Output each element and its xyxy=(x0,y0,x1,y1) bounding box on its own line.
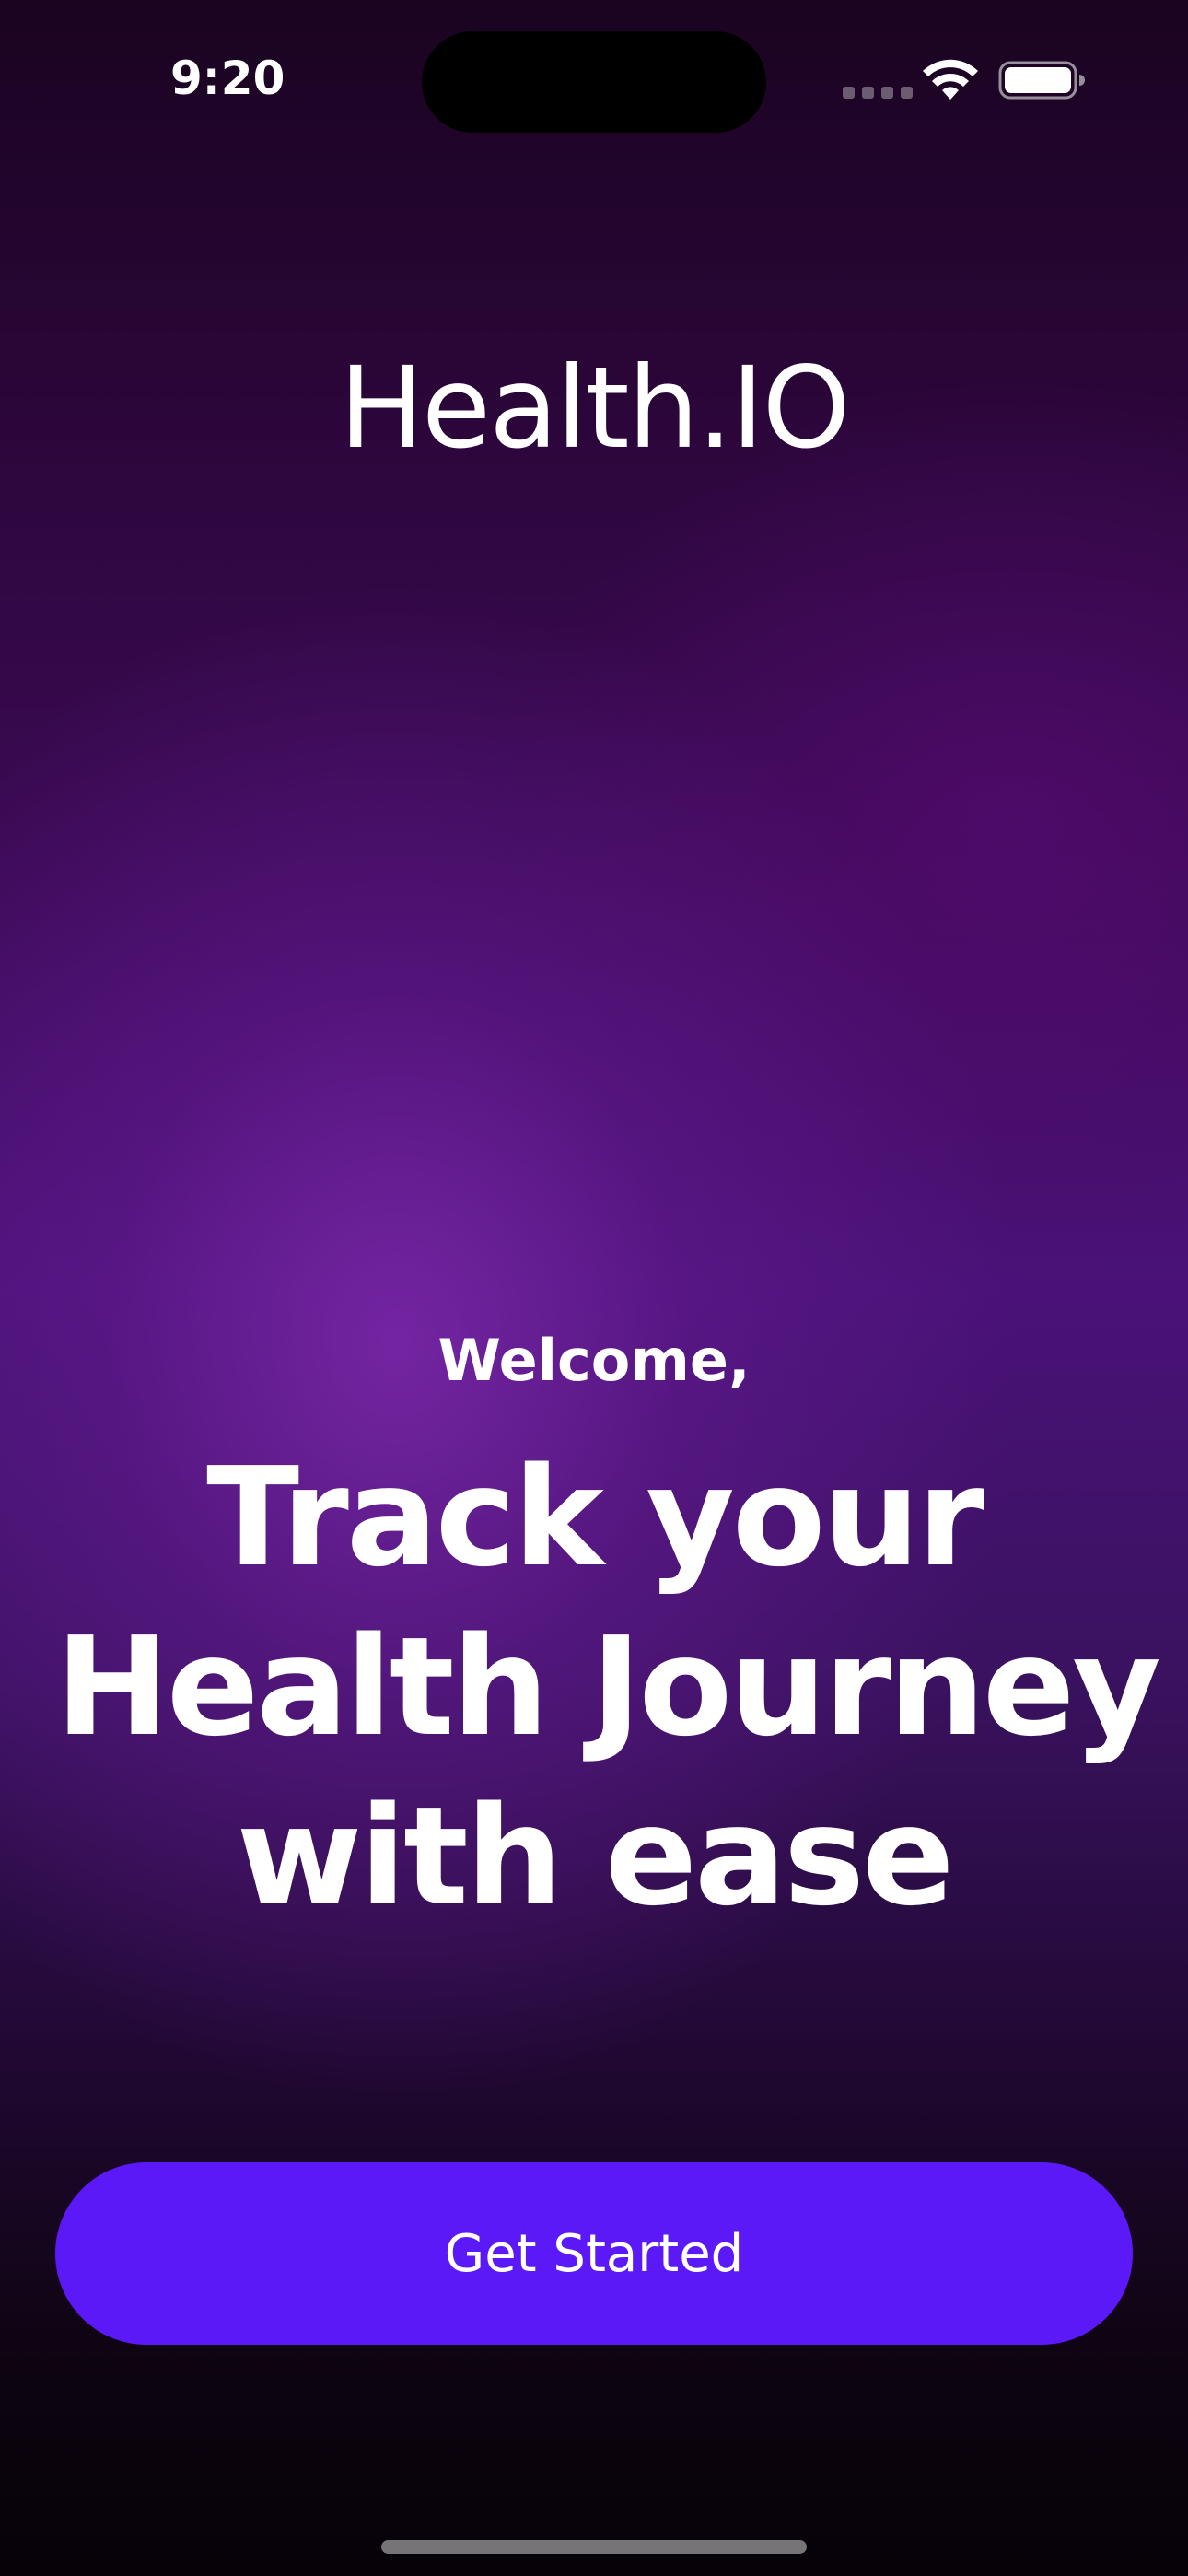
welcome-greeting: Welcome, xyxy=(437,1327,751,1394)
battery-icon xyxy=(998,61,1085,100)
headline-line-1: Track your xyxy=(206,1438,984,1597)
welcome-screen: 9:20 Health.IO Welcome, Track your Healt… xyxy=(0,0,1188,2576)
headline-line-2: Health Journey xyxy=(55,1608,1161,1766)
headline-line-3: with ease xyxy=(236,1777,955,1936)
status-bar: 9:20 xyxy=(0,0,1188,138)
wifi-icon xyxy=(923,59,978,100)
get-started-button[interactable]: Get Started xyxy=(55,2162,1133,2345)
signal-dots-icon xyxy=(843,87,913,99)
headline: Track your Health Journey with ease xyxy=(55,1433,1161,1941)
dynamic-island xyxy=(422,31,766,133)
app-logo-title: Health.IO xyxy=(339,343,850,474)
status-time: 9:20 xyxy=(170,52,285,105)
home-indicator[interactable] xyxy=(381,2540,807,2554)
